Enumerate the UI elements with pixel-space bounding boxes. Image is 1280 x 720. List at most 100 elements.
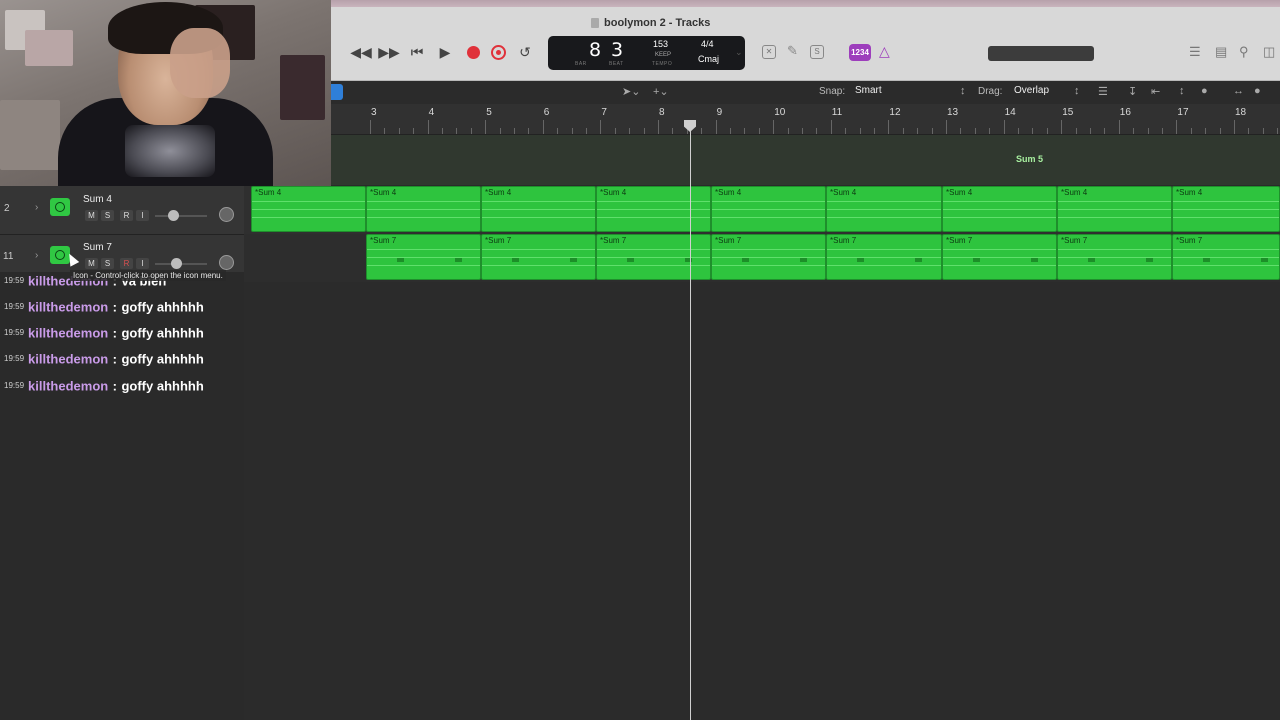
region[interactable]: *Sum 4 (826, 186, 942, 232)
region[interactable]: *Sum 4 (366, 186, 481, 232)
bar-ruler[interactable]: 3 4 5 6 7 8 9 10 11 12 13 14 15 16 17 18 (331, 104, 1280, 135)
summary-region-label: Sum 5 (1016, 154, 1044, 164)
list-editors-icon[interactable]: ☰ (1189, 44, 1201, 60)
region-note-line (1058, 257, 1171, 258)
replace-mode-icon[interactable]: ✕ (762, 45, 776, 59)
region[interactable]: *Sum 7 (942, 234, 1057, 280)
waveform-zoom-icon[interactable]: ☰ (1098, 85, 1108, 98)
drag-chevron-icon[interactable]: ↕ (1074, 85, 1080, 97)
horizontal-auto-zoom-icon[interactable]: ⇤ (1151, 85, 1160, 98)
ruler-tick (1277, 128, 1279, 134)
region[interactable]: *Sum 7 (366, 234, 481, 280)
notepad-icon[interactable]: ▤ (1215, 44, 1227, 60)
ruler-tick (586, 128, 587, 134)
vertical-auto-zoom-icon[interactable]: ↧ (1128, 85, 1137, 98)
solo-button[interactable]: S (101, 258, 114, 269)
horizontal-zoom-icon[interactable]: ↔ (1233, 85, 1244, 97)
capture-recording-button[interactable] (491, 45, 506, 60)
lcd-display[interactable]: 8 3 BAR BEAT 153 KEEP TEMPO 4/4 Cmaj (548, 36, 745, 70)
pan-knob[interactable] (219, 207, 234, 222)
ruler-tick (830, 120, 832, 134)
pan-knob[interactable] (219, 255, 234, 270)
snap-chevron-icon[interactable]: ↕ (960, 85, 966, 97)
track-header[interactable]: 2 › Sum 4 M S R I (0, 186, 244, 235)
horizontal-zoom-slider[interactable]: ● (1254, 85, 1261, 97)
region[interactable]: *Sum 7 (481, 234, 596, 280)
pointer-tool-icon[interactable]: ➤⌄ (622, 85, 640, 98)
region[interactable]: *Sum 7 (826, 234, 942, 280)
browser-search-icon[interactable]: ⚲ (1239, 44, 1249, 60)
region[interactable]: *Sum 7 (1057, 234, 1172, 280)
ruler-bar-number: 12 (889, 107, 901, 118)
inspector-tab[interactable] (331, 84, 343, 100)
region[interactable]: *Sum 7 (1172, 234, 1280, 280)
vertical-zoom-slider[interactable]: ● (1201, 85, 1208, 97)
loop-browser-icon[interactable]: ◫ (1263, 44, 1275, 60)
input-monitor-button[interactable]: I (136, 258, 149, 269)
region-name: *Sum 4 (715, 188, 742, 197)
region-note-line (827, 257, 941, 258)
region[interactable]: *Sum 4 (251, 186, 366, 232)
volume-knob[interactable] (171, 258, 182, 269)
arrange-empty-area[interactable] (244, 282, 1280, 720)
midi-note (742, 258, 749, 262)
go-to-beginning-button[interactable]: ⏮ (406, 43, 428, 61)
region-note-line (597, 201, 710, 202)
volume-knob[interactable] (168, 210, 179, 221)
ruler-tick (1248, 128, 1250, 134)
ruler-tick (744, 128, 746, 134)
input-monitor-button[interactable]: I (136, 210, 149, 221)
region-name: *Sum 7 (1176, 236, 1203, 245)
ruler-bar-number: 16 (1119, 107, 1131, 118)
region[interactable]: *Sum 4 (711, 186, 826, 232)
region[interactable]: *Sum 4 (481, 186, 596, 232)
record-button[interactable] (467, 46, 480, 59)
region[interactable]: *Sum 4 (1172, 186, 1280, 232)
region[interactable]: *Sum 7 (596, 234, 711, 280)
mute-button[interactable]: M (85, 258, 98, 269)
disclosure-icon[interactable]: › (35, 250, 38, 261)
solo-mode-icon[interactable]: S (810, 45, 824, 59)
rewind-button[interactable]: ◀◀ (350, 43, 372, 61)
ruler-tick (1133, 128, 1135, 134)
key-signature[interactable]: Cmaj (698, 54, 719, 64)
disclosure-icon[interactable]: › (35, 202, 38, 213)
region[interactable]: *Sum 4 (596, 186, 711, 232)
ruler-bar-number: 15 (1062, 107, 1074, 118)
ruler-tick (658, 120, 659, 134)
midi-note (1146, 258, 1153, 262)
track-icon[interactable] (50, 198, 70, 216)
region[interactable]: *Sum 7 (711, 234, 826, 280)
snap-select[interactable]: Smart (855, 85, 882, 96)
time-signature[interactable]: 4/4 (701, 39, 714, 49)
tuner-icon[interactable]: ✎ (787, 43, 798, 59)
count-in-button[interactable]: 1234 (849, 44, 871, 61)
track-name[interactable]: Sum 7 (83, 242, 112, 253)
tempo-value[interactable]: 153 (653, 39, 668, 49)
region[interactable]: *Sum 4 (1057, 186, 1172, 232)
record-enable-button[interactable]: R (120, 210, 133, 221)
cycle-button[interactable]: ↺ (514, 43, 536, 61)
solo-button[interactable]: S (101, 210, 114, 221)
region[interactable]: *Sum 4 (942, 186, 1057, 232)
region-note-line (367, 209, 480, 210)
lcd-dropdown-icon[interactable]: ⌄ (735, 47, 743, 58)
secondary-tool-icon[interactable]: +⌄ (653, 85, 669, 98)
mute-button[interactable]: M (85, 210, 98, 221)
record-enable-button[interactable]: R (120, 258, 133, 269)
region-name: *Sum 4 (600, 188, 627, 197)
region-note-line (712, 201, 825, 202)
region-note-line (943, 249, 1056, 250)
wall-poster (25, 30, 73, 66)
midi-note (512, 258, 519, 262)
play-button[interactable]: ▶ (434, 43, 456, 61)
fast-forward-button[interactable]: ▶▶ (378, 43, 400, 61)
track-name[interactable]: Sum 4 (83, 194, 112, 205)
region-note-line (252, 209, 365, 210)
vertical-zoom-icon[interactable]: ↕ (1179, 85, 1185, 97)
midi-note (397, 258, 404, 262)
region-name: *Sum 7 (370, 236, 397, 245)
volume-slider[interactable] (155, 215, 207, 217)
metronome-icon[interactable]: △ (879, 43, 890, 60)
drag-select[interactable]: Overlap (1014, 85, 1049, 96)
